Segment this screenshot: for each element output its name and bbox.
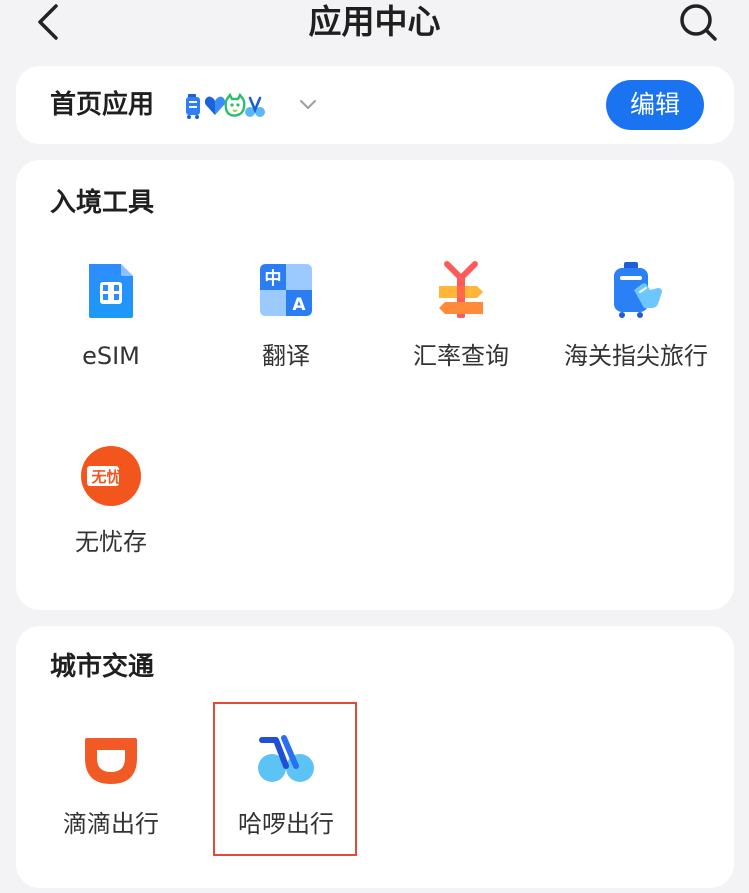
app-storage[interactable]: 无忧存 无忧存	[26, 446, 196, 586]
heart-icon	[204, 96, 226, 115]
didi-icon	[85, 738, 137, 784]
top-bar: 应用中心	[0, 0, 749, 50]
app-translate[interactable]: 中 A 翻译	[201, 260, 371, 400]
translate-icon: 中 A	[258, 262, 314, 318]
home-apps-preview[interactable]	[184, 90, 265, 122]
storage-badge-text: 无忧存	[90, 468, 136, 486]
entry-tools-title: 入境工具	[50, 188, 155, 218]
bike-icon	[245, 96, 265, 117]
app-label: 海关指尖旅行	[564, 342, 708, 370]
page-title: 应用中心	[308, 2, 441, 41]
storage-badge-icon: 无忧存	[81, 446, 141, 506]
cat-icon	[224, 92, 246, 117]
selection-highlight	[213, 702, 357, 856]
edit-button[interactable]: 编辑	[606, 80, 704, 130]
chevron-down-icon[interactable]	[298, 94, 318, 114]
app-exchange-rate[interactable]: 汇率查询	[376, 260, 546, 400]
customs-luggage-icon	[614, 262, 662, 318]
search-icon	[680, 4, 717, 41]
app-label: eSIM	[82, 342, 140, 370]
app-label: 滴滴出行	[63, 810, 159, 838]
app-label: 无忧存	[75, 528, 147, 556]
app-esim[interactable]: eSIM	[26, 260, 196, 400]
search-button[interactable]	[677, 0, 721, 44]
app-didi[interactable]: 滴滴出行	[26, 728, 196, 868]
sim-card-icon	[89, 264, 133, 318]
city-traffic-title: 城市交通	[50, 652, 155, 682]
city-traffic-card: 城市交通 滴滴出行 哈啰出行	[16, 626, 734, 888]
entry-tools-card: 入境工具 eSIM 中 A 翻译 汇率查询 海关指尖旅行 无忧存 无忧存	[16, 160, 734, 610]
app-label: 翻译	[262, 342, 310, 370]
luggage-icon	[186, 94, 200, 119]
home-apps-card: 首页应用 编辑	[16, 66, 734, 144]
svg-text:A: A	[292, 295, 306, 315]
exchange-rate-icon	[439, 261, 483, 318]
app-customs-travel[interactable]: 海关指尖旅行	[551, 260, 721, 400]
app-label: 汇率查询	[413, 342, 509, 370]
svg-text:中: 中	[265, 268, 282, 289]
home-apps-title: 首页应用	[50, 90, 155, 120]
